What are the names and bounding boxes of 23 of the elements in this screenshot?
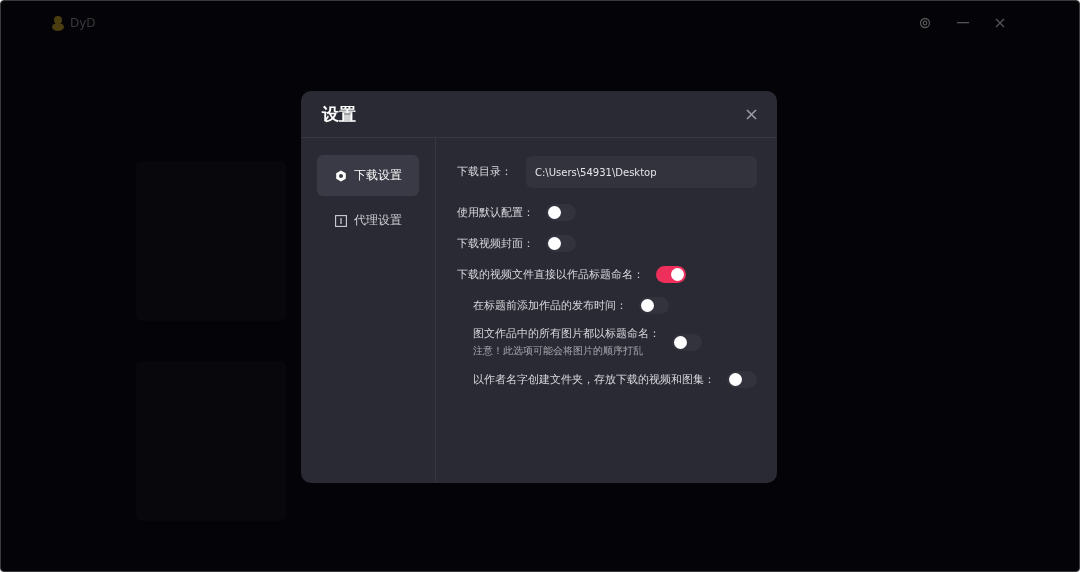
close-icon[interactable] [746, 108, 757, 120]
field-label: 下载目录： [457, 165, 512, 179]
toggle-switch[interactable] [727, 371, 757, 388]
settings-icon[interactable] [919, 17, 931, 29]
toggle-switch[interactable] [672, 334, 702, 351]
info-square-icon [334, 214, 347, 227]
option-label: 图文作品中的所有图片都以标题命名： [473, 327, 660, 341]
menu-item[interactable]: 下载设置 [317, 155, 419, 196]
toggle-switch[interactable] [656, 266, 686, 283]
option-label: 下载的视频文件直接以作品标题命名： [457, 267, 644, 282]
toggle-switch[interactable] [546, 235, 576, 252]
dialog-title: 设置 [322, 102, 356, 126]
toggle-switch[interactable] [546, 204, 576, 221]
logo-icon [51, 15, 65, 31]
option-label: 在标题前添加作品的发布时间： [473, 298, 627, 313]
option-label: 以作者名字创建文件夹，存放下载的视频和图集： [473, 372, 715, 387]
directory-field[interactable]: C:\Users\54931\Desktop [526, 156, 757, 188]
option-label: 使用默认配置： [457, 205, 534, 220]
close-icon[interactable] [995, 18, 1005, 28]
toggle-switch[interactable] [639, 297, 669, 314]
menu-item[interactable]: 代理设置 [317, 200, 419, 241]
option-note: 注意！此选项可能会将图片的顺序打乱 [473, 344, 644, 358]
option-label: 下载视频封面： [457, 236, 534, 251]
